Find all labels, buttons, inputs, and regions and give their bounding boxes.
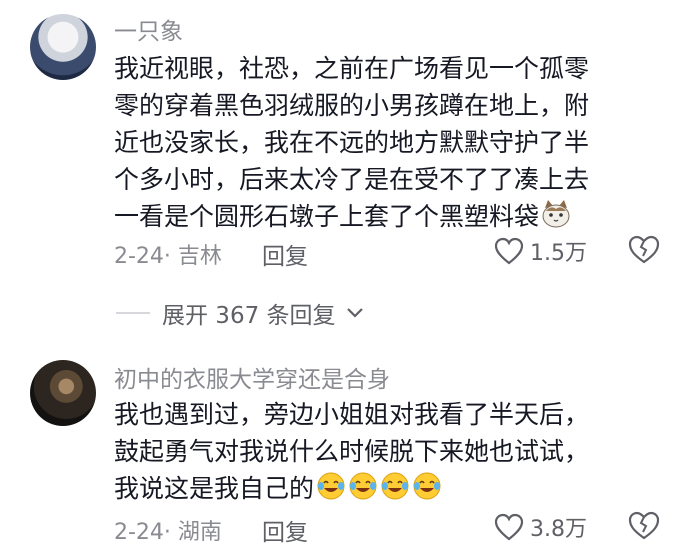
comment-text: 我也遇到过，旁边小姐姐对我看了半天后， 鼓起勇气对我说什么时候脱下来她也试试， … [114, 396, 644, 507]
comment-text-line: 近也没家长，我在不远的地方默默守护了半 [114, 128, 590, 157]
comment-item: 一只象 我近视眼，社恐，之前在广场看见一个孤零 零的穿着黑色羽绒服的小男孩蹲在地… [0, 0, 690, 270]
comment-text-line: 我也遇到过，旁边小姐姐对我看了半天后， [114, 400, 590, 429]
comment-text-line: 我近视眼，社恐，之前在广场看见一个孤零 [114, 54, 590, 83]
expand-replies-button[interactable]: 展开 367 条回复 [116, 296, 364, 330]
reply-button[interactable]: 回复 [262, 513, 308, 547]
like-button[interactable]: 1.5万 [494, 235, 587, 267]
broken-heart-icon[interactable] [628, 234, 660, 264]
expand-replies-label: 展开 367 条回复 [162, 303, 336, 329]
comment-date-location: 2-24· 吉林 [114, 244, 222, 269]
comment-text-line: 零的穿着黑色羽绒服的小男孩蹲在地上，附 [114, 91, 590, 120]
laugh-cry-emoji [381, 472, 409, 500]
comment-text-line: 个多小时，后来太冷了是在受不了了凑上去 [114, 165, 590, 194]
comment-text-line: 一看是个圆形石墩子上套了个黑塑料袋 [114, 202, 540, 231]
avatar[interactable] [30, 14, 96, 80]
broken-heart-icon[interactable] [628, 510, 660, 540]
chevron-down-icon [346, 308, 363, 318]
comment-text-line-with-emoji: 一看是个圆形石墩子上套了个黑塑料袋 [114, 198, 644, 235]
laugh-cry-emoji [349, 472, 377, 500]
heart-icon [494, 237, 524, 265]
comment-text: 我近视眼，社恐，之前在广场看见一个孤零 零的穿着黑色羽绒服的小男孩蹲在地上，附 … [114, 50, 644, 235]
comment-username[interactable]: 一只象 [114, 12, 183, 46]
comment-text-line: 鼓起勇气对我说什么时候脱下来她也试试， [114, 437, 590, 466]
laugh-cry-emoji [317, 472, 345, 500]
like-button[interactable]: 3.8万 [494, 511, 587, 543]
comment-text-line: 我说这是我自己的 [114, 474, 315, 503]
laugh-cry-emoji [413, 472, 441, 500]
cat-face-emoji [542, 200, 570, 228]
like-count: 3.8万 [530, 517, 587, 542]
comment-text-line-with-emoji: 我说这是我自己的 [114, 470, 644, 507]
divider [116, 312, 150, 314]
avatar[interactable] [30, 360, 96, 426]
reply-button[interactable]: 回复 [262, 237, 308, 271]
like-count: 1.5万 [530, 241, 587, 266]
heart-icon [494, 513, 524, 541]
comment-date-location: 2-24· 湖南 [114, 520, 222, 545]
comment-item: 初中的衣服大学穿还是合身 我也遇到过，旁边小姐姐对我看了半天后， 鼓起勇气对我说… [0, 350, 690, 557]
comment-username[interactable]: 初中的衣服大学穿还是合身 [114, 360, 390, 394]
